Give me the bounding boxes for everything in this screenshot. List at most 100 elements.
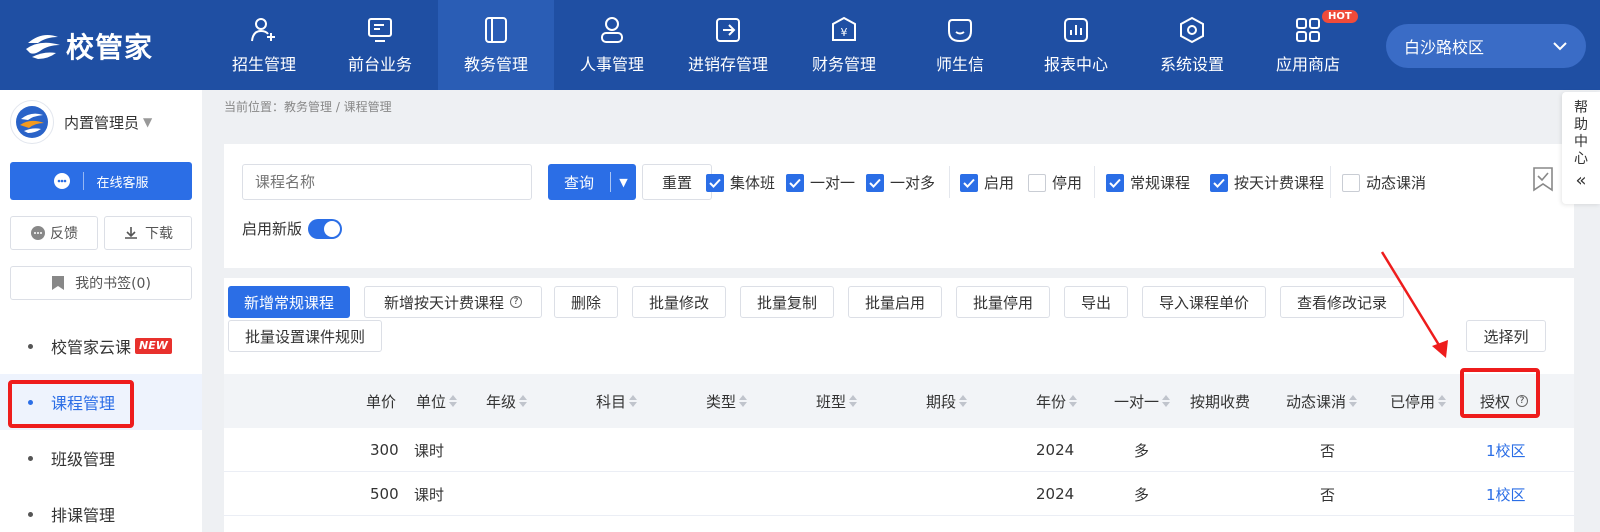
- checkbox-regular-course[interactable]: 常规课程: [1106, 172, 1190, 193]
- batch-edit-button[interactable]: 批量修改: [632, 286, 726, 318]
- batch-copy-button[interactable]: 批量复制: [740, 286, 834, 318]
- divider: [1094, 166, 1095, 198]
- check-icon: [1109, 178, 1121, 188]
- sort-icon[interactable]: [739, 395, 748, 407]
- column-header-term-fee[interactable]: 按期收费: [1190, 374, 1250, 428]
- avatar-logo-icon: [16, 106, 48, 138]
- download-button[interactable]: 下载: [104, 216, 192, 250]
- column-header-dynamic-consume[interactable]: 动态课消: [1286, 374, 1358, 428]
- sort-icon[interactable]: [1438, 395, 1447, 407]
- sort-icon[interactable]: [959, 395, 968, 407]
- nav-item-reports[interactable]: 报表中心: [1018, 0, 1134, 90]
- sort-icon[interactable]: [1349, 395, 1358, 407]
- export-button[interactable]: 导出: [1064, 286, 1128, 318]
- question-icon[interactable]: ?: [510, 296, 522, 308]
- column-header-year[interactable]: 年份: [1036, 374, 1078, 428]
- feedback-button[interactable]: 反馈: [10, 216, 98, 250]
- sidebar-item-schedule-management[interactable]: 排课管理: [0, 486, 202, 532]
- help-char: 助: [1574, 117, 1588, 133]
- checkbox-one-to-one[interactable]: 一对一: [786, 172, 855, 193]
- batch-enable-button[interactable]: 批量启用: [848, 286, 942, 318]
- nav-item-appstore[interactable]: 应用商店 HOT: [1250, 0, 1366, 90]
- cell-year: 2024: [1036, 485, 1075, 503]
- column-header-label: 科目: [596, 392, 627, 411]
- sort-icon[interactable]: [629, 395, 638, 407]
- column-header-class-type[interactable]: 班型: [816, 374, 858, 428]
- batch-disable-button[interactable]: 批量停用: [956, 286, 1050, 318]
- checkbox-one-to-many[interactable]: 一对多: [866, 172, 935, 193]
- checkbox-checked[interactable]: [866, 173, 884, 192]
- course-name-search-input[interactable]: [242, 164, 532, 200]
- checkbox-checked[interactable]: [706, 173, 724, 192]
- column-header-period[interactable]: 期段: [926, 374, 968, 428]
- query-button[interactable]: 查询 ▼: [548, 164, 636, 200]
- checkbox-dynamic-consume[interactable]: 动态课消: [1342, 172, 1426, 193]
- nav-item-recruit[interactable]: 招生管理: [206, 0, 322, 90]
- nav-item-hr[interactable]: 人事管理: [554, 0, 670, 90]
- sort-icon[interactable]: [519, 395, 528, 407]
- column-header-subject[interactable]: 科目: [596, 374, 638, 428]
- double-chevron-down-icon[interactable]: ▼: [611, 176, 636, 189]
- help-center-tab[interactable]: 帮 助 中 心 «: [1562, 92, 1600, 204]
- my-bookmarks-button[interactable]: 我的书签(0): [10, 266, 192, 300]
- checkbox-enabled[interactable]: 启用: [960, 172, 1014, 193]
- checkbox-group-class[interactable]: 集体班: [706, 172, 775, 193]
- nav-item-academic[interactable]: 教务管理: [438, 0, 554, 90]
- sidebar-item-label: 班级管理: [51, 450, 116, 469]
- feedback-icon: [31, 226, 45, 240]
- checkbox-label: 集体班: [730, 174, 776, 192]
- user-menu[interactable]: 内置管理员 ▼: [10, 100, 152, 144]
- add-regular-course-button[interactable]: 新增常规课程: [228, 286, 350, 318]
- column-header-unit[interactable]: 单位: [416, 374, 458, 428]
- sort-icon[interactable]: [1069, 395, 1078, 407]
- new-version-toggle[interactable]: [308, 218, 343, 239]
- campus-select[interactable]: 白沙路校区: [1386, 24, 1586, 68]
- column-header-disabled[interactable]: 已停用: [1390, 374, 1447, 428]
- online-service-button[interactable]: 在线客服: [10, 162, 192, 200]
- nav-item-finance[interactable]: ¥ 财务管理: [786, 0, 902, 90]
- annotation-arrow-icon: [1380, 251, 1448, 358]
- checkbox-unchecked[interactable]: [1342, 173, 1360, 192]
- nav-item-messages[interactable]: 师生信: [902, 0, 1018, 90]
- column-header-label: 已停用: [1390, 392, 1436, 411]
- add-daily-fee-course-button[interactable]: 新增按天计费课程 ?: [364, 286, 542, 318]
- nav-item-inventory[interactable]: 进销存管理: [670, 0, 786, 90]
- sidebar-item-cloud-course[interactable]: 校管家云课 NEW: [0, 318, 202, 374]
- checkbox-label: 常规课程: [1130, 174, 1191, 192]
- cell-unit: 课时: [414, 441, 445, 460]
- double-chevron-left-icon[interactable]: «: [1575, 172, 1586, 190]
- delete-button[interactable]: 删除: [554, 286, 618, 318]
- help-char: 帮: [1574, 100, 1588, 116]
- nav-item-settings[interactable]: 系统设置: [1134, 0, 1250, 90]
- sort-icon[interactable]: [849, 395, 858, 407]
- top-nav-bar: 校管家 招生管理 前台业务 教务管理 人事管理 进销存管理 ¥ 财务管理 师生信…: [0, 0, 1600, 90]
- select-columns-button[interactable]: 选择列: [1466, 320, 1546, 352]
- checkbox-checked[interactable]: [1210, 173, 1228, 192]
- sort-icon[interactable]: [1162, 395, 1171, 407]
- reset-button[interactable]: 重置: [642, 164, 712, 200]
- checkbox-daily-fee-course[interactable]: 按天计费课程: [1210, 172, 1324, 193]
- authorization-link[interactable]: 1校区: [1486, 428, 1526, 472]
- check-icon: [1213, 178, 1225, 188]
- column-header-one-to-one[interactable]: 一对一: [1114, 374, 1171, 428]
- column-header-price[interactable]: 单价: [366, 374, 396, 428]
- sidebar-item-class-management[interactable]: 班级管理: [0, 430, 202, 486]
- checkbox-unchecked[interactable]: [1028, 173, 1046, 192]
- nav-item-frontdesk[interactable]: 前台业务: [322, 0, 438, 90]
- checkbox-disabled[interactable]: 停用: [1028, 172, 1082, 193]
- logo[interactable]: 校管家: [24, 26, 153, 66]
- bullet-dot: [28, 511, 33, 517]
- column-header-type[interactable]: 类型: [706, 374, 748, 428]
- cell-year: 2024: [1036, 441, 1075, 459]
- column-header-grade[interactable]: 年级: [486, 374, 528, 428]
- checkbox-checked[interactable]: [1106, 173, 1124, 192]
- batch-courseware-rule-button[interactable]: 批量设置课件规则: [228, 320, 382, 352]
- authorization-link[interactable]: 1校区: [1486, 472, 1526, 516]
- import-course-price-button[interactable]: 导入课程单价: [1142, 286, 1266, 318]
- bookmark-check-icon[interactable]: [1532, 166, 1554, 192]
- check-icon: [869, 178, 881, 188]
- checkbox-checked[interactable]: [786, 173, 804, 192]
- checkbox-checked[interactable]: [960, 173, 978, 192]
- sort-icon[interactable]: [449, 395, 458, 407]
- download-icon: [125, 227, 137, 239]
